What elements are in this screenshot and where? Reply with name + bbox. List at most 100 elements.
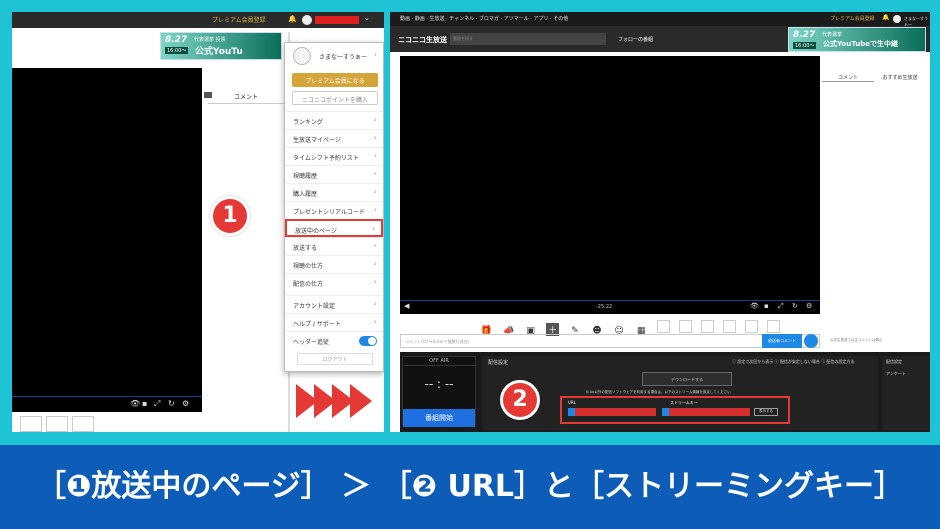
banner-sub: 代表選挙 <box>822 32 843 38</box>
eye-icon[interactable]: 👁 <box>750 302 759 310</box>
empty-slot[interactable] <box>656 320 670 333</box>
step-badge-1: 1 <box>210 196 250 236</box>
survey-link[interactable]: アンケート <box>882 368 930 380</box>
menu-item-broadcasting-page[interactable]: 放送中のページ › <box>285 219 383 237</box>
volume-icon[interactable]: ◀ <box>404 302 409 310</box>
banner-time: 16:00〜 <box>793 42 817 49</box>
top-bar: 動画 · 静画 · 生放送 · チャンネル · ブロマガ · アツマール · ア… <box>390 12 930 27</box>
gear-icon[interactable]: ⚙ <box>182 399 189 408</box>
chevron-right-icon: › <box>373 259 377 268</box>
avatar[interactable] <box>302 15 312 25</box>
chevron-right-icon: › <box>373 50 377 59</box>
empty-slot[interactable] <box>700 320 714 333</box>
menu-user[interactable]: さまな一すうぁー › <box>285 43 383 71</box>
settings-description: N Air以外の配信ソフトウェアを利用する場合は、以下のストリーム情報を設定して… <box>586 390 731 394</box>
premium-register-link[interactable]: プレミアム会員登録 <box>212 15 266 24</box>
menu-item-label: 放送する <box>293 245 318 252</box>
send-comment-button[interactable] <box>804 334 818 348</box>
banner-date: 8.27 <box>165 35 188 45</box>
search-input[interactable]: 番組を探す <box>450 33 606 45</box>
arrow-indicator <box>296 384 372 422</box>
header-follow-toggle[interactable] <box>359 336 377 346</box>
stream-key-field[interactable] <box>662 408 750 416</box>
banner-sub: 代表選挙 投票 <box>194 37 226 43</box>
menu-item-label: タイムシフト予約リスト <box>293 155 359 162</box>
side-note: 公式生放送では主コメントは禁止 <box>830 338 883 342</box>
chevron-right-icon: › <box>373 187 377 196</box>
chevron-right-icon: › <box>373 133 377 142</box>
empty-slot[interactable] <box>745 320 759 333</box>
broadcaster-comment-button[interactable]: 放送者コメント <box>762 334 802 348</box>
reload-icon[interactable]: ↻ <box>792 302 798 310</box>
comment-input[interactable]: コメント(Ctrl+Enterで複数行送信) <box>400 334 820 348</box>
side-tabs: コメント おすすめ生放送 <box>822 70 926 84</box>
settings-options[interactable]: ⓘ 設定で次回から表示 ⓘ 配信が安定しない場合 ⓘ 配信の設定方法 <box>732 359 854 365</box>
gift-toolbar: 🎁 📣 ▣ ＋ ✎ ☻ ☺ ▦ <box>480 318 784 336</box>
account-dropdown-menu: さまな一すうぁー › プレミアム会員になる ニコニコポイントを購入 ランキング ›… <box>284 42 384 372</box>
menu-item-history[interactable]: 視聴履歴 › <box>285 165 383 183</box>
menu-item-mypage[interactable]: 生放送マイページ › <box>285 129 383 147</box>
avatar[interactable] <box>893 15 901 23</box>
promo-banner[interactable]: 8.27 代表選挙 投票 16:00〜 公式YouTu <box>160 32 282 60</box>
empty-slot[interactable] <box>767 320 781 333</box>
video-player[interactable] <box>12 68 202 412</box>
broadcast-settings-link[interactable]: 配信設定 <box>882 356 930 368</box>
menu-item-serial[interactable]: プレゼントシリアルコード › <box>285 201 383 219</box>
download-button[interactable]: デウンロードする <box>642 372 732 386</box>
premium-button[interactable]: プレミアム会員になる <box>292 73 378 87</box>
caption-bar: ［❶放送中のページ］ ＞ ［❷ URL］と［ストリーミングキー］ <box>0 442 940 529</box>
settings-title: 配信設定 <box>488 360 509 366</box>
empty-slot[interactable] <box>723 320 737 333</box>
url-field[interactable] <box>568 408 656 416</box>
logout-button[interactable]: ログアウト <box>297 353 373 365</box>
bell-icon[interactable]: 🔔 <box>288 15 297 23</box>
bell-icon[interactable]: 🔔 <box>882 14 889 21</box>
gift-slot[interactable] <box>72 416 94 432</box>
comment-icon[interactable]: ▪ <box>764 302 769 310</box>
global-nav[interactable]: 動画 · 静画 · 生放送 · チャンネル · ブロマガ · アツマール · ア… <box>400 15 568 22</box>
tab-comment[interactable]: コメント <box>208 88 284 104</box>
chevron-right-icon: › <box>373 277 377 286</box>
right-screenshot: 動画 · 静画 · 生放送 · チャンネル · ブロマガ · アツマール · ア… <box>390 12 930 432</box>
menu-item-label: 購入履歴 <box>293 191 318 198</box>
chevron-right-icon: › <box>373 241 377 250</box>
chevron-right-icon: › <box>373 317 377 326</box>
tab-recommend[interactable]: おすすめ生放送 <box>874 74 926 81</box>
stream-info-box: URL ストリームキー 表示する <box>560 396 790 424</box>
chevron-down-icon[interactable]: ⌄ <box>364 14 370 22</box>
expand-icon[interactable]: ⤢ <box>154 399 160 409</box>
menu-item-how-to-stream[interactable]: 配信の仕方 › <box>285 273 383 291</box>
menu-item-timeshift[interactable]: タイムシフト予約リスト › <box>285 147 383 165</box>
menu-item-how-to-watch[interactable]: 視聴の仕方 › <box>285 255 383 273</box>
premium-register-link[interactable]: プレミアム会員登録 <box>830 15 875 22</box>
menu-item-label: プレゼントシリアルコード <box>293 209 365 216</box>
gift-slot[interactable] <box>20 416 42 432</box>
tab-comment[interactable]: コメント <box>822 74 874 82</box>
menu-item-label: アカウント設定 <box>293 303 336 310</box>
start-broadcast-button[interactable]: 番組開始 <box>403 409 475 427</box>
menu-item-label: ランキング <box>293 119 323 126</box>
chevron-right-icon: › <box>371 224 375 233</box>
menu-item-ranking[interactable]: ランキング › <box>285 111 383 129</box>
show-key-button[interactable]: 表示する <box>754 408 778 416</box>
site-logo[interactable]: ニコニコ生放送 <box>398 35 447 45</box>
broadcast-clock: -- : -- <box>424 377 454 391</box>
follow-programs-link[interactable]: フォローの番組 <box>618 36 653 43</box>
comment-icon[interactable]: ▪ <box>142 399 147 408</box>
empty-slot[interactable] <box>678 320 692 333</box>
reload-icon[interactable]: ↻ <box>168 399 175 408</box>
caption-text: ［❶放送中のページ］ ＞ ［❷ URL］と［ストリーミングキー］ <box>35 469 905 504</box>
banner-main: 公式YouTubeで生中継 <box>823 40 898 48</box>
menu-item-purchase[interactable]: 購入履歴 › <box>285 183 383 201</box>
expand-icon[interactable]: ⤢ <box>778 302 784 311</box>
menu-item-broadcast[interactable]: 放送する › <box>285 237 383 255</box>
gift-slot[interactable] <box>46 416 68 432</box>
menu-item-account[interactable]: アカウント設定 › <box>285 295 383 313</box>
gear-icon[interactable]: ⚙ <box>806 302 812 310</box>
buy-points-button[interactable]: ニコニコポイントを購入 <box>292 91 378 105</box>
video-player[interactable] <box>400 56 820 312</box>
chevron-right-icon: › <box>373 151 377 160</box>
eye-icon[interactable]: 👁 <box>130 399 140 408</box>
promo-banner[interactable]: 8.27 代表選挙 16:00〜 公式YouTubeで生中継 <box>788 27 926 52</box>
menu-item-help[interactable]: ヘルプ / サポート › <box>285 313 383 331</box>
